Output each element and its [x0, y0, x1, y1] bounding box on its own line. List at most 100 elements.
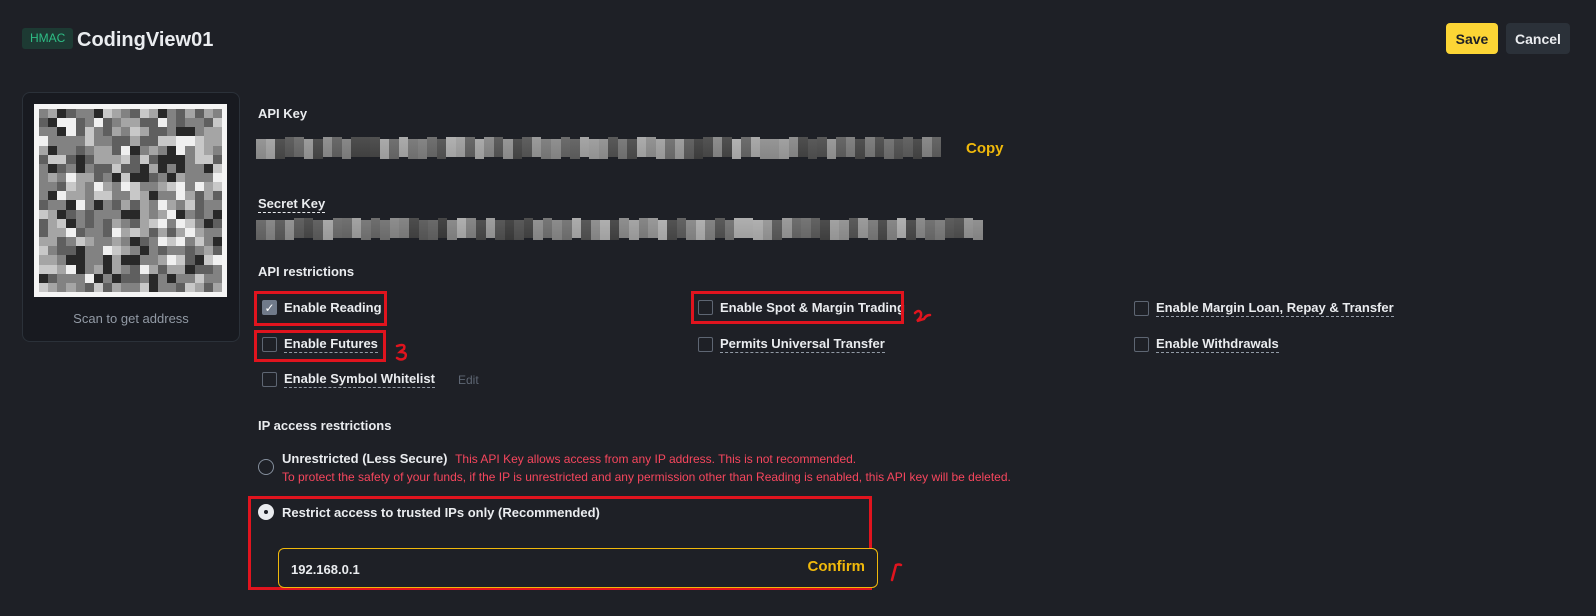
qr-pixel	[48, 255, 58, 265]
qr-pixel	[66, 273, 76, 283]
qr-pixel	[48, 218, 58, 228]
option-label: Enable Symbol Whitelist	[284, 371, 435, 388]
qr-pixel	[93, 246, 104, 256]
qr-pixel	[93, 118, 104, 128]
secret-key-label: Secret Key	[258, 196, 326, 213]
qr-pixel	[212, 237, 222, 247]
mask-pixel	[428, 220, 438, 240]
option-enable-symbol-whitelist[interactable]: Enable Symbol Whitelist Edit	[262, 371, 479, 388]
qr-pixel	[148, 163, 158, 174]
qr-pixel	[157, 218, 168, 228]
qr-pixel	[112, 273, 122, 283]
qr-pixel	[84, 127, 94, 137]
mask-pixel	[570, 139, 580, 159]
qr-pixel	[84, 264, 94, 274]
save-button[interactable]: Save	[1446, 23, 1498, 54]
cancel-button[interactable]: Cancel	[1506, 23, 1570, 54]
qr-pixel	[139, 264, 149, 274]
qr-pixel	[203, 246, 213, 256]
mask-pixel	[674, 139, 685, 159]
qr-pixel	[39, 282, 49, 292]
qr-pixel	[139, 109, 149, 119]
edit-whitelist-link[interactable]: Edit	[458, 373, 479, 387]
qr-pixel	[176, 255, 186, 265]
radio-unrestricted[interactable]	[258, 459, 274, 475]
qr-pixel	[130, 182, 140, 192]
qr-pixel	[139, 218, 149, 228]
checkbox-enable-withdrawals[interactable]	[1134, 337, 1149, 352]
mask-pixel	[676, 218, 687, 238]
confirm-ip-button[interactable]: Confirm	[808, 558, 866, 575]
qr-pixel	[103, 237, 113, 247]
option-enable-margin-loan[interactable]: Enable Margin Loan, Repay & Transfer	[1134, 300, 1394, 317]
qr-pixel	[185, 154, 195, 164]
mask-pixel	[275, 220, 285, 240]
qr-pixel	[203, 200, 213, 210]
qr-pixel	[121, 127, 131, 137]
qr-pixel	[130, 218, 140, 228]
qr-pixel	[103, 109, 113, 119]
qr-pixel	[48, 264, 58, 274]
checkbox-symbol-whitelist[interactable]	[262, 372, 277, 387]
qr-pixel	[203, 109, 213, 119]
mask-pixel	[845, 137, 856, 157]
qr-pixel	[84, 200, 94, 210]
qr-pixel	[130, 200, 140, 210]
radio-restricted[interactable]	[258, 504, 274, 520]
qr-pixel	[39, 200, 49, 210]
qr-pixel	[112, 191, 122, 201]
mask-pixel	[322, 220, 333, 240]
mask-pixel	[562, 220, 572, 240]
qr-pixel	[112, 218, 122, 228]
qr-pixel	[157, 118, 168, 128]
checkbox-enable-margin-loan[interactable]	[1134, 301, 1149, 316]
qr-pixel	[48, 200, 58, 210]
unrestricted-label: Unrestricted (Less Secure)	[282, 451, 448, 466]
qr-pixel	[194, 282, 204, 292]
qr-pixel	[167, 282, 177, 292]
qr-pixel	[103, 191, 113, 201]
mask-pixel	[351, 218, 362, 238]
qr-pixel	[176, 273, 186, 283]
mask-pixel	[474, 139, 485, 159]
mask-pixel	[600, 220, 610, 240]
qr-pixel	[39, 246, 49, 256]
qr-pixel	[39, 109, 49, 119]
mask-pixel	[495, 220, 505, 240]
qr-pixel	[48, 209, 58, 219]
unrestricted-warning: This API Key allows access from any IP a…	[455, 452, 857, 466]
qr-pixel	[157, 227, 168, 238]
mask-pixel	[686, 220, 696, 240]
ip-address-input[interactable]	[291, 559, 691, 579]
qr-pixel	[121, 218, 131, 228]
qr-pixel	[212, 255, 222, 265]
checkbox-universal-transfer[interactable]	[698, 337, 713, 352]
option-label: Permits Universal Transfer	[720, 336, 885, 353]
mask-pixel	[341, 139, 352, 159]
qr-pixel	[103, 163, 113, 174]
mask-pixel	[724, 220, 735, 240]
mask-pixel	[590, 220, 601, 240]
qr-pixel	[66, 182, 76, 192]
qr-pixel	[176, 173, 186, 183]
copy-api-key-button[interactable]: Copy	[966, 140, 1004, 157]
qr-pixel	[194, 209, 204, 219]
qr-pixel	[130, 127, 140, 137]
qr-pixel	[176, 209, 186, 219]
qr-pixel	[139, 136, 149, 146]
qr-pixel	[148, 200, 158, 210]
qr-pixel	[139, 127, 149, 137]
mask-pixel	[484, 137, 494, 157]
qr-pixel	[57, 145, 67, 155]
qr-pixel	[57, 264, 67, 274]
qr-pixel	[57, 227, 67, 238]
qr-pixel	[39, 182, 49, 192]
option-permits-universal-transfer[interactable]: Permits Universal Transfer	[698, 336, 885, 353]
qr-pixel	[157, 127, 168, 137]
option-enable-withdrawals[interactable]: Enable Withdrawals	[1134, 336, 1279, 353]
qr-pixel	[48, 173, 58, 183]
mask-pixel	[915, 218, 926, 238]
qr-pixel	[66, 118, 76, 128]
restricted-label: Restrict access to trusted IPs only (Rec…	[282, 505, 600, 520]
mask-pixel	[705, 220, 715, 240]
